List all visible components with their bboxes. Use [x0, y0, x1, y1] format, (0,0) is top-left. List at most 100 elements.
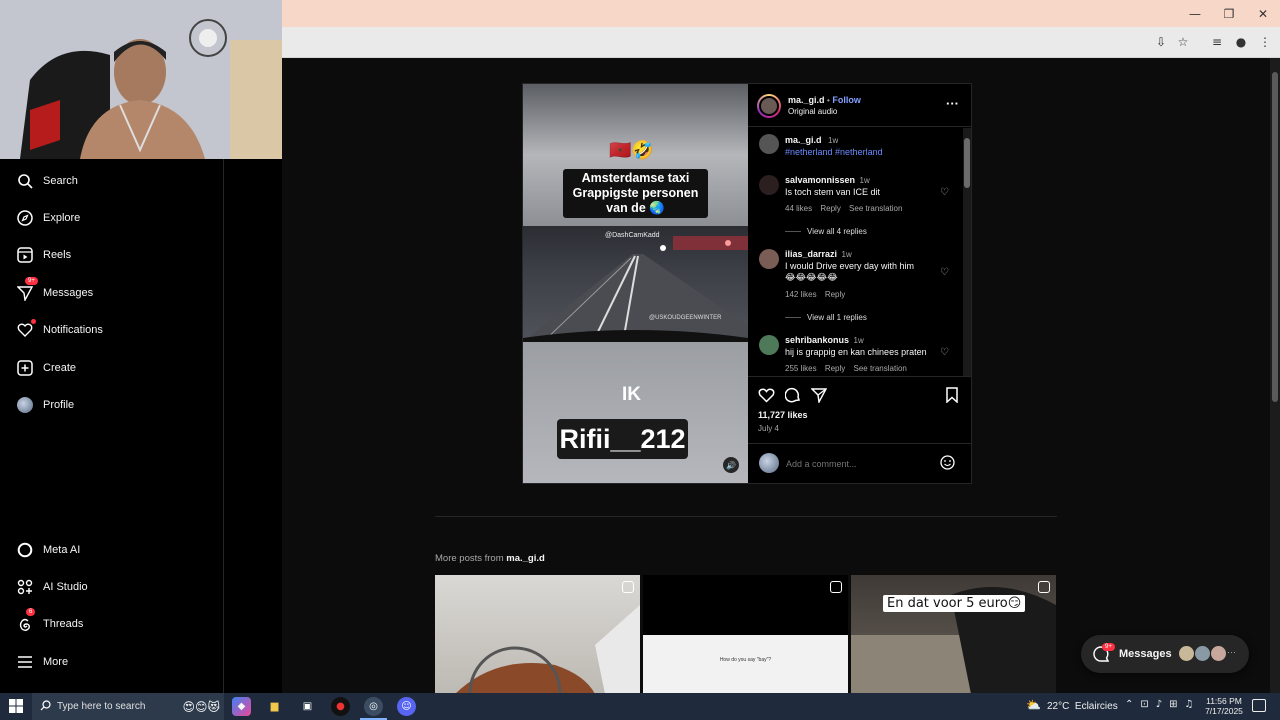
sidebar-item-label: Explore [43, 212, 81, 224]
copilot-icon[interactable]: ◆ [232, 697, 251, 716]
media-control-icon[interactable]: ≡ [1208, 33, 1226, 51]
comment-icon[interactable] [784, 387, 801, 408]
comment-avatar[interactable] [759, 175, 779, 195]
media-caption: Amsterdamse taxi Grappigste personen van… [563, 169, 708, 218]
ai-studio-icon [16, 578, 34, 596]
sidebar-item-search[interactable]: Search [16, 170, 78, 192]
comment-meta: 255 likes Reply See translation [785, 364, 907, 373]
caption-avatar[interactable] [759, 134, 779, 154]
view-replies[interactable]: View all 1 replies [785, 313, 867, 322]
taskbar-search-placeholder: Type here to search [57, 701, 146, 712]
comment-like-icon[interactable]: ♡ [940, 187, 951, 198]
sidebar-item-create[interactable]: Create [16, 357, 76, 379]
notification-center-icon[interactable] [1252, 699, 1266, 712]
install-app-icon[interactable]: ⇩ [1152, 33, 1170, 51]
media-name-tag: Rifii__212 [557, 419, 688, 459]
comment-avatar[interactable] [759, 335, 779, 355]
divider [748, 376, 971, 377]
comment-text: Is toch stem van ICE dit [785, 187, 881, 197]
follow-button[interactable]: Follow [832, 95, 861, 105]
thumbnail-caption: En dat voor 5 euro😏 [883, 595, 1026, 612]
minimize-icon[interactable]: — [1178, 0, 1212, 27]
sidebar-item-ai-studio[interactable]: AI Studio [16, 576, 88, 598]
system-tray-icons[interactable]: ⌃⊡♪⊞♫ [1125, 699, 1200, 710]
file-explorer-icon[interactable]: ▆ [265, 697, 284, 716]
volume-icon[interactable]: 🔊 [723, 457, 739, 473]
more-post-thumbnail[interactable]: En dat voor 5 euro😏 [851, 575, 1056, 694]
media-ik: IK [622, 384, 641, 405]
reel-icon [622, 581, 634, 593]
notification-dot [31, 319, 36, 324]
reel-video[interactable]: 🇲🇦🤣 Amsterdamse taxi Grappigste personen… [523, 84, 748, 483]
comment-meta: 142 likes Reply [785, 290, 846, 299]
divider [748, 443, 971, 444]
menu-icon [16, 653, 34, 671]
comment-like-icon[interactable]: ♡ [940, 347, 951, 358]
comment-input[interactable] [786, 456, 926, 471]
comment-like-icon[interactable]: ♡ [940, 267, 951, 278]
instagram-sidebar: Search Explore Reels 9+ Messages Notific… [0, 159, 224, 693]
reels-icon [16, 246, 34, 264]
more-post-thumbnail[interactable] [435, 575, 640, 694]
like-icon[interactable] [758, 387, 775, 408]
media-flags: 🇲🇦🤣 [609, 140, 654, 161]
audio-label[interactable]: Original audio [788, 107, 837, 116]
sidebar-item-reels[interactable]: Reels [16, 244, 71, 266]
store-icon[interactable]: ▣ [298, 697, 317, 716]
author-avatar[interactable] [757, 94, 781, 118]
sidebar-item-label: Search [43, 175, 78, 187]
divider [748, 126, 971, 127]
profile-icon[interactable]: ● [1232, 33, 1250, 51]
clock[interactable]: 11:56 PM 7/17/2025 [1204, 696, 1244, 716]
messages-floating-button[interactable]: 9+ Messages ··· [1081, 635, 1249, 673]
webcam-overlay [0, 0, 282, 159]
sidebar-item-threads[interactable]: 6 Threads [16, 608, 84, 635]
bookmark-star-icon[interactable]: ☆ [1174, 33, 1192, 51]
view-replies[interactable]: View all 4 replies [785, 227, 867, 236]
search-highlight-emojis: 😍😊😻 [182, 699, 220, 714]
send-icon: 9+ [16, 277, 38, 302]
caption-hashtags[interactable]: #netherland #netherland [785, 147, 883, 157]
heart-icon [16, 319, 36, 339]
comment-meta: 44 likes Reply See translation [785, 204, 903, 213]
sidebar-item-explore[interactable]: Explore [16, 207, 80, 229]
compass-icon [16, 209, 34, 227]
sidebar-item-more[interactable]: More [16, 651, 68, 673]
emoji-icon[interactable] [940, 455, 955, 475]
taskbar-search[interactable]: Type here to search 😍😊😻 [32, 693, 224, 720]
sidebar-item-profile[interactable]: Profile [16, 394, 74, 416]
sidebar-item-label: More [43, 656, 69, 668]
comments-scrollbar[interactable] [963, 128, 971, 376]
comment-header: ilias_darrazi 1w [785, 249, 852, 259]
windows-taskbar: Type here to search 😍😊😻 ◆ ▆ ▣ ● ◎ ☺ ⛅ 22… [0, 693, 1280, 720]
author-username[interactable]: ma._gi.d [788, 95, 825, 105]
more-options-icon[interactable]: ··· [946, 96, 959, 111]
like-count[interactable]: 11,727 likes [758, 410, 808, 420]
share-icon[interactable] [810, 387, 828, 408]
restore-icon[interactable]: ❐ [1212, 0, 1246, 27]
weather-text[interactable]: 22°C Eclaircies [1047, 701, 1118, 712]
sidebar-item-notifications[interactable]: Notifications [16, 319, 103, 341]
sidebar-item-label: Profile [43, 399, 75, 411]
messages-pill-label: Messages [1119, 648, 1172, 660]
chrome-icon[interactable]: ◎ [364, 697, 383, 716]
comment-avatar[interactable] [759, 249, 779, 269]
author-header: ma._gi.d • Follow [788, 95, 861, 105]
sidebar-item-meta-ai[interactable]: Meta AI [16, 539, 80, 561]
sidebar-item-messages[interactable]: 9+ Messages [16, 277, 93, 304]
page-scrollbar[interactable] [1270, 58, 1280, 693]
media-watermark-1: @DashCamKadd [605, 232, 660, 239]
app-icon[interactable]: ● [331, 697, 350, 716]
save-icon[interactable] [945, 387, 959, 408]
reel-icon [830, 581, 842, 593]
browser-menu-icon[interactable]: ⋮ [1256, 33, 1274, 51]
threads-icon: 6 [16, 608, 36, 633]
sidebar-item-label: Threads [43, 618, 84, 630]
more-post-thumbnail[interactable]: How do you say "bay"? [643, 575, 848, 694]
comment-header: salvamonnissen 1w [785, 175, 870, 185]
comment-text: I would Drive every day with him [785, 261, 915, 271]
windows-start-icon[interactable] [9, 699, 23, 718]
discord-icon[interactable]: ☺ [397, 697, 416, 716]
more-posts-section: More posts from ma._gi.d How do you say … [435, 516, 1057, 694]
close-icon[interactable]: ✕ [1246, 0, 1280, 27]
